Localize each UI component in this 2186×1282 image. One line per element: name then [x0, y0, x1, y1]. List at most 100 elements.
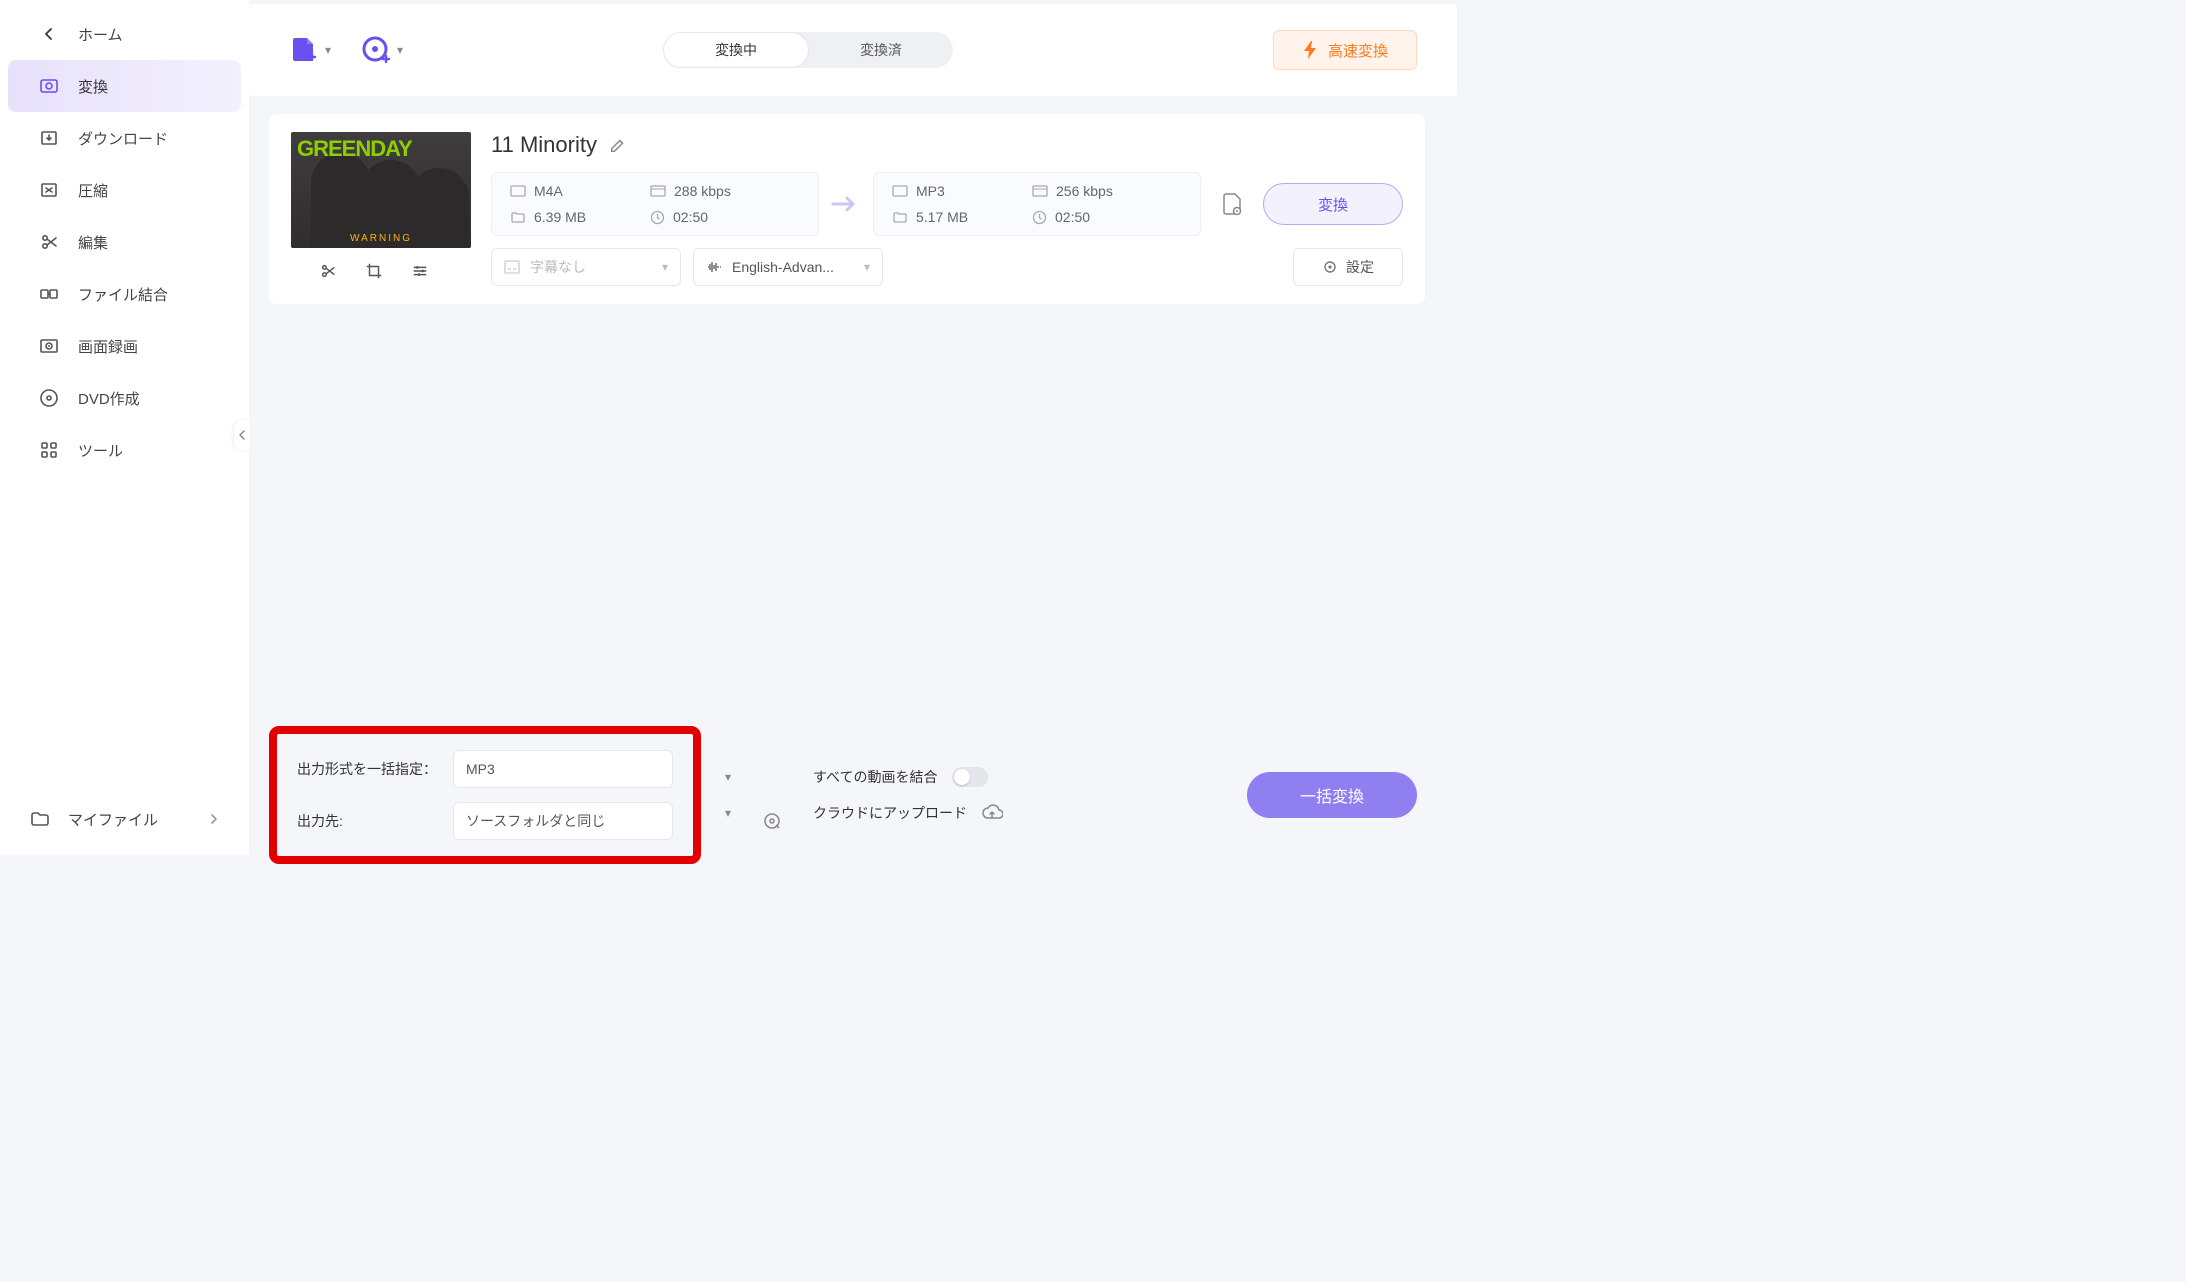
format-dropdown-caret[interactable]: ▾	[725, 770, 731, 784]
output-format-select[interactable]: MP3	[453, 750, 673, 788]
thumb-tools	[291, 256, 471, 286]
tab-converted[interactable]: 変換済	[809, 32, 953, 68]
status-tabs: 変換中 変換済	[663, 32, 953, 68]
src-bitrate: 288 kbps	[674, 183, 731, 199]
output-format-label: 出力形式を一括指定：	[297, 759, 437, 779]
merge-row: すべての動画を結合	[813, 767, 1003, 787]
folder-icon	[30, 809, 50, 829]
src-size: 6.39 MB	[534, 209, 586, 225]
chevron-down-icon: ▾	[325, 43, 331, 57]
batch-convert-button[interactable]: 一括変換	[1247, 772, 1417, 818]
sidebar-myfile[interactable]: マイファイル	[0, 793, 249, 845]
chevron-right-icon	[209, 812, 219, 826]
sidebar-label: 画面録画	[78, 336, 138, 357]
album-art-subtitle: WARNING	[350, 233, 412, 244]
dst-size: 5.17 MB	[916, 209, 968, 225]
record-icon	[38, 335, 60, 357]
dst-bitrate: 256 kbps	[1056, 183, 1113, 199]
sidebar-label: DVD作成	[78, 388, 140, 409]
sidebar-label: 変換	[78, 76, 108, 97]
sidebar-collapse-button[interactable]	[234, 420, 250, 450]
sidebar-item-record[interactable]: 画面録画	[8, 320, 241, 372]
download-icon	[38, 127, 60, 149]
src-format: M4A	[534, 183, 563, 199]
settings-button[interactable]: 設定	[1293, 248, 1403, 286]
chevron-down-icon: ▾	[864, 260, 870, 274]
trim-icon[interactable]	[319, 262, 337, 280]
output-format-value: MP3	[466, 761, 495, 777]
batch-convert-label: 一括変換	[1300, 789, 1364, 806]
output-highlight: 出力形式を一括指定： MP3 出力先: ソースフォルダと同じ	[269, 726, 701, 864]
convert-icon	[38, 75, 60, 97]
bottom-bar: 出力形式を一括指定： MP3 出力先: ソースフォルダと同じ ▾ ▾	[249, 735, 1457, 855]
bolt-icon	[1302, 40, 1318, 60]
sidebar-home-label: ホーム	[78, 24, 123, 45]
sidebar-item-download[interactable]: ダウンロード	[8, 112, 241, 164]
fast-convert-button[interactable]: 高速変換	[1273, 30, 1417, 70]
settings-button-label: 設定	[1346, 257, 1374, 277]
convert-button-label: 変換	[1318, 197, 1348, 214]
cloud-upload-icon[interactable]	[981, 804, 1003, 822]
sidebar-item-tools[interactable]: ツール	[8, 424, 241, 476]
sidebar-label: 圧縮	[78, 180, 108, 201]
audio-select[interactable]: English-Advan... ▾	[693, 248, 883, 286]
add-file-button[interactable]: ▾	[289, 35, 331, 65]
compress-icon	[38, 179, 60, 201]
target-info: MP3 256 kbps 5.17 MB 02:50	[873, 172, 1201, 236]
source-info: M4A 288 kbps 6.39 MB 02:50	[491, 172, 819, 236]
add-dvd-button[interactable]: ▾	[361, 35, 403, 65]
sidebar-item-dvd[interactable]: DVD作成	[8, 372, 241, 424]
file-title: 11 Minority	[491, 132, 597, 158]
tab-converting[interactable]: 変換中	[663, 32, 809, 68]
album-art-title: GREENDAY	[297, 136, 412, 162]
sidebar-label: ツール	[78, 440, 123, 461]
dest-dropdown-caret[interactable]: ▾	[725, 806, 731, 820]
chevron-left-icon	[38, 23, 60, 45]
fast-convert-label: 高速変換	[1328, 40, 1388, 61]
output-dest-label: 出力先:	[297, 811, 437, 831]
effects-icon[interactable]	[411, 262, 429, 280]
dvd-icon	[38, 387, 60, 409]
chevron-down-icon: ▾	[397, 43, 403, 57]
tools-icon	[38, 439, 60, 461]
sidebar-item-compress[interactable]: 圧縮	[8, 164, 241, 216]
src-duration: 02:50	[673, 209, 708, 225]
output-settings-icon[interactable]	[1213, 185, 1251, 223]
add-file-icon	[289, 35, 319, 65]
edit-title-icon[interactable]	[609, 136, 627, 154]
sidebar-label: ファイル結合	[78, 284, 168, 305]
audio-value: English-Advan...	[732, 259, 834, 275]
merge-icon	[38, 283, 60, 305]
subtitle-select[interactable]: 字幕なし ▾	[491, 248, 681, 286]
sidebar-label: ダウンロード	[78, 128, 168, 149]
output-dest-value: ソースフォルダと同じ	[466, 811, 605, 831]
tab-label: 変換中	[715, 40, 757, 60]
cloud-row: クラウドにアップロード	[813, 803, 1003, 823]
scissors-icon	[38, 231, 60, 253]
sidebar-item-merge[interactable]: ファイル結合	[8, 268, 241, 320]
file-card: GREENDAY WARNING 11 Minority	[269, 114, 1425, 304]
dst-format: MP3	[916, 183, 945, 199]
sidebar-item-edit[interactable]: 編集	[8, 216, 241, 268]
tab-label: 変換済	[860, 40, 902, 60]
sidebar-label: 編集	[78, 232, 108, 253]
subtitle-value: 字幕なし	[530, 257, 586, 277]
chevron-down-icon: ▾	[662, 260, 668, 274]
sidebar-myfile-label: マイファイル	[68, 809, 158, 830]
merge-label: すべての動画を結合	[813, 767, 937, 787]
open-folder-icon[interactable]	[755, 804, 789, 838]
cloud-label: クラウドにアップロード	[813, 803, 967, 823]
topbar: ▾ ▾ 変換中 変換済 高速変換	[249, 4, 1457, 96]
merge-toggle[interactable]	[952, 767, 988, 787]
convert-button[interactable]: 変換	[1263, 183, 1403, 225]
file-thumbnail[interactable]: GREENDAY WARNING	[291, 132, 471, 248]
main-panel: ▾ ▾ 変換中 変換済 高速変換	[249, 0, 1457, 855]
subtitle-icon	[504, 260, 520, 274]
crop-icon[interactable]	[365, 262, 383, 280]
sidebar-home[interactable]: ホーム	[8, 8, 241, 60]
output-dest-select[interactable]: ソースフォルダと同じ	[453, 802, 673, 840]
arrow-right-icon	[831, 193, 861, 215]
add-disc-icon	[361, 35, 391, 65]
sidebar-item-convert[interactable]: 変換	[8, 60, 241, 112]
gear-icon	[1322, 259, 1338, 275]
